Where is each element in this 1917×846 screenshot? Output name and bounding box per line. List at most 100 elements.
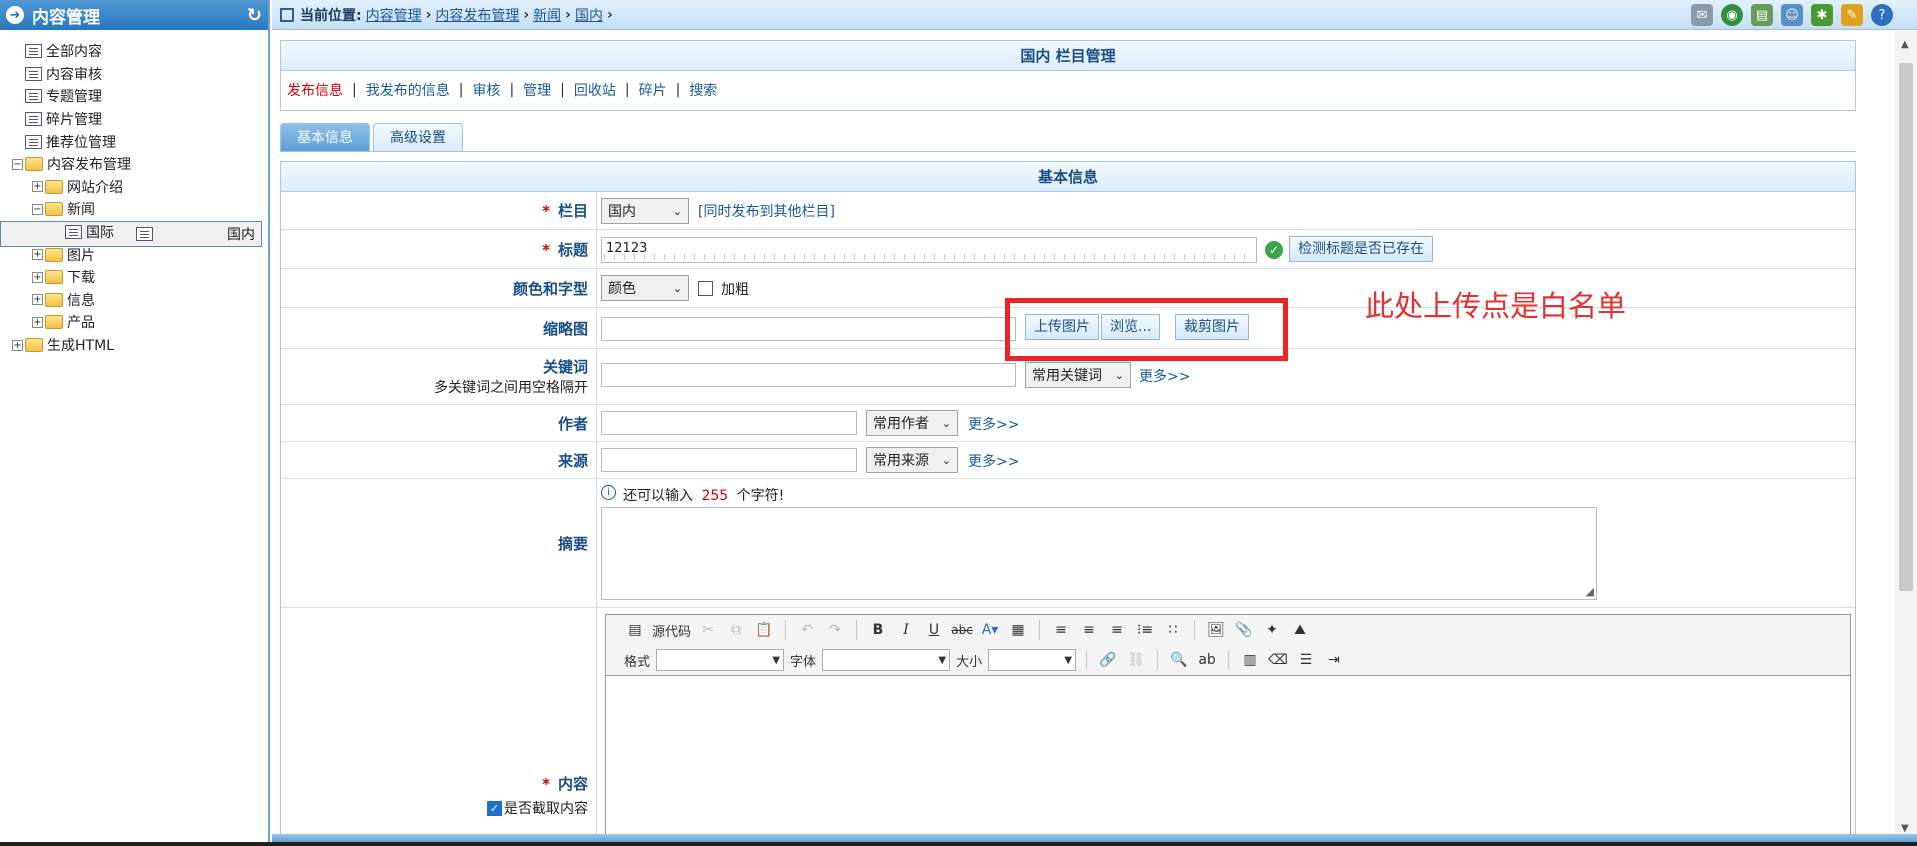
bold-checkbox[interactable] (698, 281, 713, 296)
align-left-icon[interactable]: ≡ (1050, 619, 1072, 641)
undo-icon[interactable]: ↶ (796, 619, 818, 641)
expand-icon[interactable]: + (32, 271, 43, 283)
font-color-icon[interactable]: A▾ (979, 619, 1001, 641)
breadcrumb-news[interactable]: 新闻 (533, 5, 561, 25)
insert-media-icon[interactable]: ⛰ (1289, 619, 1311, 641)
multi-column-link[interactable]: [同时发布到其他栏目] (698, 201, 835, 221)
sidebar-item[interactable]: + 网站介绍 (0, 176, 268, 199)
source-input[interactable] (601, 448, 857, 472)
breadcrumb-content-manage[interactable]: 内容管理 (366, 5, 422, 25)
align-center-icon[interactable]: ≡ (1078, 619, 1100, 641)
link-my-posts[interactable]: 我发布的信息 (366, 80, 450, 100)
link-review[interactable]: 审核 (472, 80, 500, 100)
expand-icon[interactable]: + (32, 316, 43, 328)
notepad-icon[interactable]: ✎ (1841, 4, 1863, 26)
link-icon[interactable]: 🔗 (1097, 649, 1119, 671)
underline-icon[interactable]: U (923, 619, 945, 641)
sidebar-item[interactable]: − 内容发布管理 (0, 153, 268, 176)
link-recycle[interactable]: 回收站 (574, 80, 616, 100)
align-right-icon[interactable]: ≡ (1106, 619, 1128, 641)
title-input[interactable]: 12123 (601, 237, 1257, 263)
sidebar-item[interactable]: + 下载 (0, 266, 268, 289)
bold-icon[interactable]: B (867, 619, 889, 641)
scrollbar-thumb[interactable] (1899, 63, 1913, 591)
thumbnail-input[interactable] (601, 317, 1016, 341)
color-select[interactable]: 颜色 ⌄ (601, 275, 689, 301)
user-search-icon[interactable]: ☺ (1781, 4, 1803, 26)
redo-icon[interactable]: ↷ (824, 619, 846, 641)
scroll-up-icon[interactable]: ▲ (1901, 39, 1909, 50)
replace-icon[interactable]: ab (1196, 649, 1218, 671)
strikethrough-icon[interactable]: abc (951, 619, 973, 641)
attachment-icon[interactable]: 📎 (1233, 619, 1255, 641)
link-publish[interactable]: 发布信息 (287, 80, 343, 100)
source-code-button[interactable]: 源代码 (652, 621, 691, 640)
globe-icon[interactable]: ◉ (1721, 4, 1743, 26)
link-search[interactable]: 搜索 (689, 80, 717, 100)
breadcrumb-domestic[interactable]: 国内 (575, 5, 603, 25)
image-icon[interactable]: 🖼 (1205, 619, 1227, 641)
sidebar-item[interactable]: + 产品 (0, 311, 268, 334)
arrow-right-icon[interactable]: ➜ (6, 6, 24, 24)
refresh-icon[interactable]: ↻ (247, 5, 262, 26)
author-select[interactable]: 常用作者 ⌄ (866, 410, 958, 436)
expand-icon[interactable]: + (12, 339, 23, 351)
mail-icon[interactable]: ✉ (1691, 4, 1713, 26)
settings-icon[interactable]: ✱ (1811, 4, 1833, 26)
scroll-down-icon[interactable]: ▼ (1901, 823, 1909, 834)
unordered-list-icon[interactable]: ∷ (1162, 619, 1184, 641)
unlink-icon[interactable]: ⛓ (1125, 649, 1147, 671)
summary-textarea[interactable]: ◢ (601, 507, 1597, 600)
sidebar-item[interactable]: 全部内容 (0, 40, 268, 63)
tab-basic-info[interactable]: 基本信息 (280, 123, 370, 151)
find-icon[interactable]: 🔍 (1168, 649, 1190, 671)
cut-icon[interactable]: ✂ (697, 619, 719, 641)
collapse-icon[interactable]: − (32, 203, 43, 215)
folder-refresh-icon[interactable]: ▤ (1751, 4, 1773, 26)
sidebar-item[interactable]: + 图片 (0, 243, 268, 266)
sidebar-item[interactable]: − 新闻 (0, 198, 268, 221)
page-break-icon[interactable]: ▥ (1239, 649, 1261, 671)
vertical-scrollbar[interactable]: ▲ ▼ (1895, 31, 1917, 842)
keywords-more-link[interactable]: 更多>> (1139, 366, 1190, 386)
sidebar-item[interactable]: 内容审核 (0, 63, 268, 86)
source-more-link[interactable]: 更多>> (968, 451, 1019, 471)
sidebar-item[interactable]: 推荐位管理 (0, 130, 268, 153)
keywords-select[interactable]: 常用关键词 ⌄ (1025, 362, 1131, 388)
eraser-icon[interactable]: ⌫ (1267, 649, 1289, 671)
breadcrumb-publish-manage[interactable]: 内容发布管理 (435, 5, 519, 25)
editor-body[interactable] (606, 675, 1850, 835)
sidebar-item[interactable]: 专题管理 (0, 85, 268, 108)
link-fragment[interactable]: 碎片 (639, 80, 667, 100)
copy-icon[interactable]: ⧉ (725, 619, 747, 641)
link-manage[interactable]: 管理 (523, 80, 551, 100)
source-select[interactable]: 常用来源 ⌄ (866, 447, 958, 473)
resize-handle-icon[interactable]: ◢ (1586, 585, 1594, 598)
italic-icon[interactable]: I (895, 619, 917, 641)
size-select[interactable]: ▼ (988, 649, 1077, 671)
sidebar-item[interactable]: 国际 (0, 221, 268, 244)
help-icon[interactable]: ? (1871, 4, 1893, 26)
table-icon[interactable]: ▦ (1007, 619, 1029, 641)
font-select[interactable]: ▼ (822, 649, 951, 671)
sidebar-item[interactable]: + 信息 (0, 289, 268, 312)
format-select[interactable]: ▼ (656, 649, 785, 671)
sidebar-item[interactable]: + 生成HTML (0, 334, 268, 357)
tab-advanced[interactable]: 高级设置 (373, 123, 463, 151)
horizontal-rule-icon[interactable]: ☰ (1295, 649, 1317, 671)
expand-icon[interactable]: + (32, 294, 43, 306)
check-title-button[interactable]: 检测标题是否已存在 (1289, 236, 1433, 262)
paste-icon[interactable]: 📋 (753, 619, 775, 641)
author-input[interactable] (601, 411, 857, 435)
sidebar-item[interactable]: 碎片管理 (0, 108, 268, 131)
column-select[interactable]: 国内 ⌄ (601, 198, 689, 224)
author-more-link[interactable]: 更多>> (968, 414, 1019, 434)
indent-icon[interactable]: ⇥ (1323, 649, 1345, 671)
truncate-checkbox[interactable]: ✓ (487, 800, 502, 816)
flash-icon[interactable]: ✦ (1261, 619, 1283, 641)
expand-icon[interactable]: + (32, 249, 43, 261)
expand-icon[interactable]: + (32, 181, 43, 193)
collapse-icon[interactable]: − (12, 158, 23, 170)
ordered-list-icon[interactable]: ⁝≡ (1134, 619, 1156, 641)
keywords-input[interactable] (601, 363, 1016, 387)
